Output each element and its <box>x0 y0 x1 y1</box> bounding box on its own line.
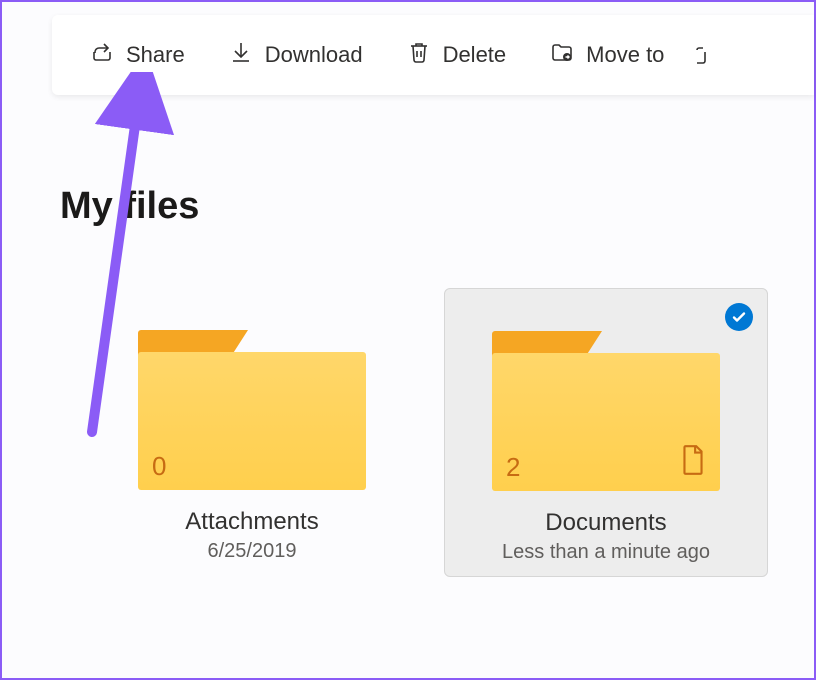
folder-item-count: 2 <box>506 452 520 483</box>
download-icon <box>229 40 253 70</box>
delete-label: Delete <box>443 42 507 68</box>
share-label: Share <box>126 42 185 68</box>
document-icon <box>680 444 706 481</box>
folder-icon: 0 <box>138 330 366 490</box>
moveto-label: Move to <box>586 42 664 68</box>
download-label: Download <box>265 42 363 68</box>
folder-icon: 2 <box>492 331 720 491</box>
share-button[interactable]: Share <box>72 32 203 78</box>
folder-name: Documents <box>463 509 749 537</box>
folder-meta: Less than a minute ago <box>463 541 749 564</box>
files-grid: 0 Attachments 6/25/2019 2 Docum <box>90 288 814 577</box>
folder-card-documents[interactable]: 2 Documents Less than a minute ago <box>444 288 768 577</box>
folder-card-attachments[interactable]: 0 Attachments 6/25/2019 <box>90 288 414 577</box>
folder-meta: 6/25/2019 <box>108 540 396 563</box>
action-toolbar: Share Download Delete <box>52 15 814 95</box>
delete-button[interactable]: Delete <box>389 32 525 78</box>
trash-icon <box>407 40 431 70</box>
folder-name: Attachments <box>108 508 396 536</box>
moveto-button[interactable]: Move to <box>532 32 682 78</box>
moveto-icon <box>550 40 574 70</box>
selected-check-icon[interactable] <box>725 303 753 331</box>
download-button[interactable]: Download <box>211 32 381 78</box>
folder-item-count: 0 <box>152 451 166 482</box>
share-icon <box>90 40 114 70</box>
page-title: My files <box>60 185 814 228</box>
toolbar-overflow-button[interactable] <box>690 35 712 75</box>
